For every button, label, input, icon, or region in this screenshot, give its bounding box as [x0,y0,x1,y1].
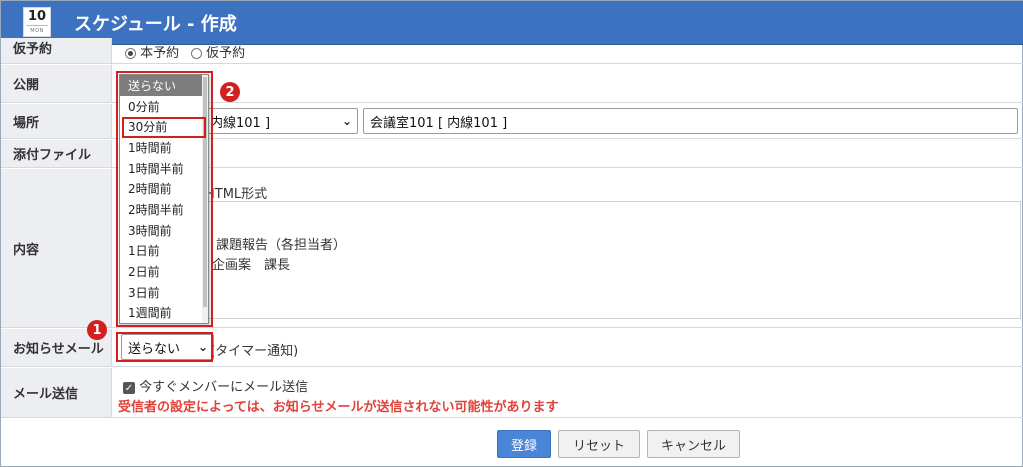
mail-label: メール送信 [1,368,112,417]
place-input[interactable]: 会議室101 [ 内線101 ] [363,108,1018,134]
attachment-label: 添付ファイル [1,140,112,167]
radio-off-icon [191,48,202,59]
notify-select-callout-box [116,332,213,362]
title-bar: 10 MON スケジュール - 作成 [1,1,1023,45]
mail-now-checkbox[interactable]: ✓ 今すぐメンバーにメール送信 [123,376,308,395]
mail-warning: 受信者の設定によっては、お知らせメールが送信されない可能性があります [118,400,559,415]
submit-button[interactable]: 登録 [497,430,551,458]
calendar-icon: 10 MON [23,7,51,37]
place-label: 場所 [1,104,112,138]
callout-badge-2: 2 [220,82,240,102]
place-select[interactable]: 内線101 ] ⌄ [203,108,358,134]
calendar-day: 10 [27,9,47,24]
dropdown-callout-box [116,71,213,327]
public-label: 公開 [1,65,112,102]
content-label: 内容 [1,169,112,327]
radio-on-icon [125,48,136,59]
option-30min-callout-box [122,117,206,138]
schedule-create-window: 10 MON スケジュール - 作成 仮予約 本予約 仮予約 公開 場所 内線1… [0,0,1023,467]
reservation-label: 仮予約 [1,38,112,63]
content-line-1: 課題報告（各担当者） [216,238,347,253]
reset-button[interactable]: リセット [558,430,640,458]
checkbox-checked-icon: ✓ [123,381,135,394]
content-textarea[interactable]: 課題報告（各担当者） 企画案 課長 [201,201,1021,319]
cancel-button[interactable]: キャンセル [647,430,740,458]
html-format-option[interactable]: HTML形式 [205,183,267,202]
reservation-row: 仮予約 本予約 仮予約 [1,38,1023,64]
calendar-month: MON [30,28,44,34]
callout-badge-1: 1 [87,320,107,340]
radio-temp-reservation[interactable]: 仮予約 [191,42,245,61]
page-title: スケジュール - 作成 [74,14,237,35]
content-line-2: 企画案 課長 [212,258,291,273]
mail-row: メール送信 ✓ 今すぐメンバーにメール送信 受信者の設定によっては、お知らせメー… [1,368,1023,418]
radio-main-reservation[interactable]: 本予約 [125,42,179,61]
chevron-down-icon: ⌄ [341,114,352,128]
notify-suffix: (タイマー通知) [210,344,299,359]
